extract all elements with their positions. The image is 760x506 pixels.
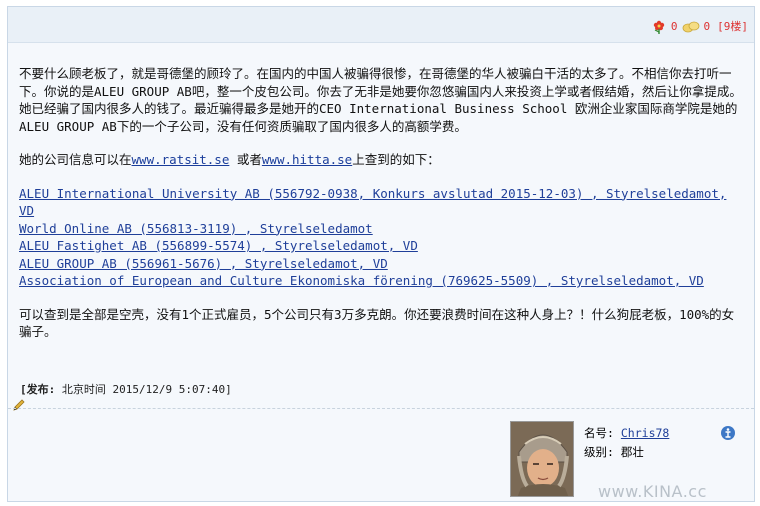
edit-pencil-icon[interactable] xyxy=(12,398,26,412)
para2-suffix: 上查到的如下： xyxy=(352,152,440,167)
name-label: 名号: xyxy=(584,426,614,440)
egg-count: 0 xyxy=(703,19,711,33)
post-header-bar: 0 0 [9楼] xyxy=(8,7,754,43)
rank-label: 级别: xyxy=(584,445,614,459)
ratsit-link[interactable]: www.ratsit.se xyxy=(132,152,230,167)
post-divider xyxy=(8,408,754,409)
post-body: 不要什么顾老板了，就是哥德堡的顾玲了。在国内的中国人被骗得很惨，在哥德堡的华人被… xyxy=(19,65,744,357)
company-link[interactable]: ALEU GROUP AB (556961-5676) , Styrelsele… xyxy=(19,255,744,273)
post-paragraph-3: 可以查到是全部是空壳，没有1个正式雇员，5个公司只有3万多克朗。你还要浪费时间在… xyxy=(19,306,735,340)
flower-icon[interactable] xyxy=(650,17,668,35)
author-info: 名号: Chris78 级别: 郡壮 xyxy=(584,424,669,462)
author-name-row: 名号: Chris78 xyxy=(584,424,669,443)
post-paragraph-2: 她的公司信息可以在www.ratsit.se 或者www.hitta.se上查到… xyxy=(19,151,744,169)
author-name-link[interactable]: Chris78 xyxy=(621,426,669,440)
user-avatar[interactable] xyxy=(510,421,574,497)
hitta-link[interactable]: www.hitta.se xyxy=(262,152,352,167)
post-timestamp: [发布: 北京时间 2015/12/9 5:07:40] xyxy=(20,381,232,397)
post-actions: 0 0 [9楼] xyxy=(650,16,748,36)
company-link[interactable]: ALEU International University AB (556792… xyxy=(19,185,744,220)
company-link[interactable]: World Online AB (556813-3119) , Styrelse… xyxy=(19,220,744,238)
publish-time: 2015/12/9 5:07:40] xyxy=(112,383,232,396)
egg-icon[interactable] xyxy=(681,19,701,33)
company-link[interactable]: Association of European and Culture Ekon… xyxy=(19,272,744,290)
author-rank-row: 级别: 郡壮 xyxy=(584,443,669,462)
company-link[interactable]: ALEU Fastighet AB (556899-5574) , Styrel… xyxy=(19,237,744,255)
site-watermark: www.KINA.cc xyxy=(598,482,707,501)
author-rank: 郡壮 xyxy=(620,445,644,459)
company-list: ALEU International University AB (556792… xyxy=(19,185,744,290)
post-container: 0 0 [9楼] 不要什么顾老板了，就是哥德堡的顾玲了。在国内的中国人被骗得很惨… xyxy=(7,6,755,502)
timezone-label: 北京时间 xyxy=(61,383,106,396)
publish-label: [发布: xyxy=(20,383,56,396)
para2-prefix: 她的公司信息可以在 xyxy=(19,152,132,167)
para2-mid: 或者 xyxy=(229,152,262,167)
avatar-portrait-icon xyxy=(511,422,573,496)
post-paragraph-1: 不要什么顾老板了，就是哥德堡的顾玲了。在国内的中国人被骗得很惨，在哥德堡的华人被… xyxy=(19,66,742,134)
flower-count: 0 xyxy=(670,19,678,33)
user-info-icon[interactable] xyxy=(720,425,736,441)
floor-number[interactable]: [9楼] xyxy=(717,18,748,34)
